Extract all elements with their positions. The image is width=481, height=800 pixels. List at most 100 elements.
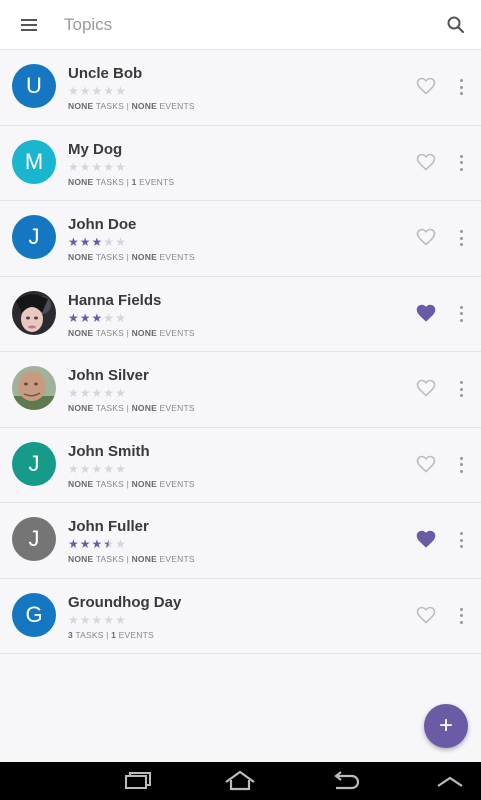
events-count: NONE — [131, 554, 157, 564]
more-options-icon[interactable] — [452, 153, 470, 173]
topic-stats: 3 TASKS | 1 EVENTS — [68, 630, 154, 640]
star-icon: ★ — [103, 537, 115, 551]
avatar-initial: J — [28, 224, 40, 249]
app-bar: Topics — [0, 0, 481, 50]
separator: | — [126, 554, 130, 564]
tasks-count: NONE — [68, 554, 94, 564]
topic-row[interactable]: Hanna Fields ★ ★ ★ ★ ★ NONE TASKS | NONE EVENT… — [0, 276, 481, 352]
star-icon: ★ — [91, 461, 103, 476]
events-label: EVENTS — [159, 403, 195, 413]
events-label: EVENTS — [159, 252, 195, 262]
star-icon: ★ — [115, 537, 126, 551]
star-icon: ★ — [91, 537, 103, 551]
recent-apps-button[interactable] — [120, 768, 154, 794]
more-options-icon[interactable] — [452, 530, 470, 550]
favorite-button[interactable] — [416, 455, 436, 473]
separator: | — [126, 403, 130, 413]
star-icon: ★ — [115, 235, 126, 249]
recent-apps-icon — [125, 772, 151, 789]
menu-button[interactable] — [0, 0, 58, 50]
star-icon: ★ — [68, 537, 79, 551]
topic-row[interactable]: J John Smith ★ ★ ★ ★ ★ NONE TASKS | NONE EVENTS — [0, 427, 481, 503]
more-options-icon[interactable] — [452, 455, 470, 475]
separator: | — [126, 252, 130, 262]
more-options-icon[interactable] — [452, 379, 470, 399]
star-icon: ★ — [103, 310, 115, 325]
separator: | — [126, 478, 130, 489]
star-icon: ★ — [79, 461, 91, 476]
topic-row[interactable]: G Groundhog Day ★ ★ ★ ★ ★ 3 TASKS | 1 EVENTS — [0, 578, 481, 654]
favorite-button[interactable] — [416, 606, 436, 624]
events-count: NONE — [131, 478, 157, 489]
topic-name: Uncle Bob — [68, 65, 143, 82]
more-options-icon[interactable] — [452, 606, 470, 626]
topic-row[interactable]: J John Fuller ★ ★ ★ ★ ★ NONE TASKS | NONE EVENT… — [0, 503, 481, 579]
favorite-button[interactable] — [416, 153, 436, 171]
star-icon: ★ — [79, 612, 91, 627]
page-title: Topics — [64, 14, 113, 34]
favorite-button[interactable] — [416, 77, 436, 95]
add-topic-button[interactable]: + — [424, 704, 468, 748]
tasks-count: NONE — [68, 478, 94, 489]
search-button[interactable] — [445, 14, 467, 36]
topic-stats: NONE TASKS | NONE EVENTS — [68, 252, 195, 262]
menu-icon — [21, 18, 37, 31]
tasks-count: NONE — [68, 252, 94, 262]
star-icon: ★ — [68, 461, 79, 476]
events-count: NONE — [131, 403, 157, 413]
topic-row[interactable]: J John Doe ★ ★ ★ ★ ★ NONE TASKS | NONE EVENTS — [0, 201, 481, 277]
tasks-label: TASKS — [95, 101, 125, 111]
topic-row[interactable]: U Uncle Bob ★ ★ ★ ★ ★ NONE TASKS | NONE EVENTS — [0, 50, 481, 126]
overflow-up-button[interactable] — [433, 768, 467, 794]
topic-row[interactable]: M My Dog ★ ★ ★ ★ ★ NONE TASKS | 1 EVENTS — [0, 125, 481, 201]
events-count: NONE — [131, 327, 157, 338]
topic-name: John Doe — [68, 216, 137, 233]
home-button[interactable] — [223, 768, 257, 794]
topic-stats: NONE TASKS | NONE EVENTS — [68, 554, 195, 564]
avatar-initial: J — [28, 450, 40, 476]
tasks-count: 3 — [68, 629, 73, 640]
star-icon: ★ — [91, 612, 103, 627]
star-icon: ★ — [103, 84, 115, 98]
menu-up-icon — [437, 776, 463, 787]
favorite-button[interactable] — [416, 530, 436, 548]
star-icon: ★ — [79, 310, 91, 325]
avatar: J — [12, 517, 56, 561]
star-icon: ★ — [91, 235, 103, 249]
star-icon: ★ — [91, 386, 103, 400]
star-icon: ★ — [103, 612, 115, 627]
avatar-initial: M — [24, 148, 44, 174]
more-options-icon[interactable] — [452, 77, 470, 97]
star-icon: ★ — [91, 310, 103, 325]
topic-row[interactable]: John Silver ★ ★ ★ ★ ★ NONE TASKS | NONE EVENTS — [0, 352, 481, 428]
more-options-icon[interactable] — [452, 228, 470, 248]
back-button[interactable] — [328, 768, 362, 794]
events-count: 1 — [111, 629, 117, 640]
rating-stars: ★ ★ ★ ★ ★ — [68, 312, 126, 324]
events-label: EVENTS — [159, 554, 195, 564]
topic-name: Hanna Fields — [68, 291, 162, 309]
avatar-initial: J — [28, 526, 40, 551]
events-count: 1 — [131, 176, 137, 187]
topic-stats: NONE TASKS | NONE EVENTS — [68, 328, 195, 338]
tasks-label: TASKS — [95, 252, 125, 262]
tasks-label: TASKS — [95, 403, 125, 413]
star-icon: ★ — [103, 386, 115, 400]
more-options-icon[interactable] — [452, 304, 470, 324]
heart-outline-icon — [416, 77, 436, 95]
star-icon: ★ — [103, 159, 115, 174]
favorite-button[interactable] — [416, 379, 436, 397]
favorite-button[interactable] — [416, 304, 436, 322]
events-label: EVENTS — [159, 478, 195, 489]
topic-name: My Dog — [68, 140, 123, 158]
topic-stats: NONE TASKS | 1 EVENTS — [68, 177, 174, 187]
events-count: NONE — [131, 101, 157, 111]
topic-stats: NONE TASKS | NONE EVENTS — [68, 479, 195, 489]
favorite-button[interactable] — [416, 228, 436, 246]
profile-photo-icon — [12, 290, 56, 335]
star-icon: ★ — [79, 537, 91, 551]
separator: | — [126, 327, 130, 338]
heart-filled-icon — [416, 530, 436, 548]
avatar — [12, 366, 56, 410]
star-icon: ★ — [91, 84, 103, 98]
